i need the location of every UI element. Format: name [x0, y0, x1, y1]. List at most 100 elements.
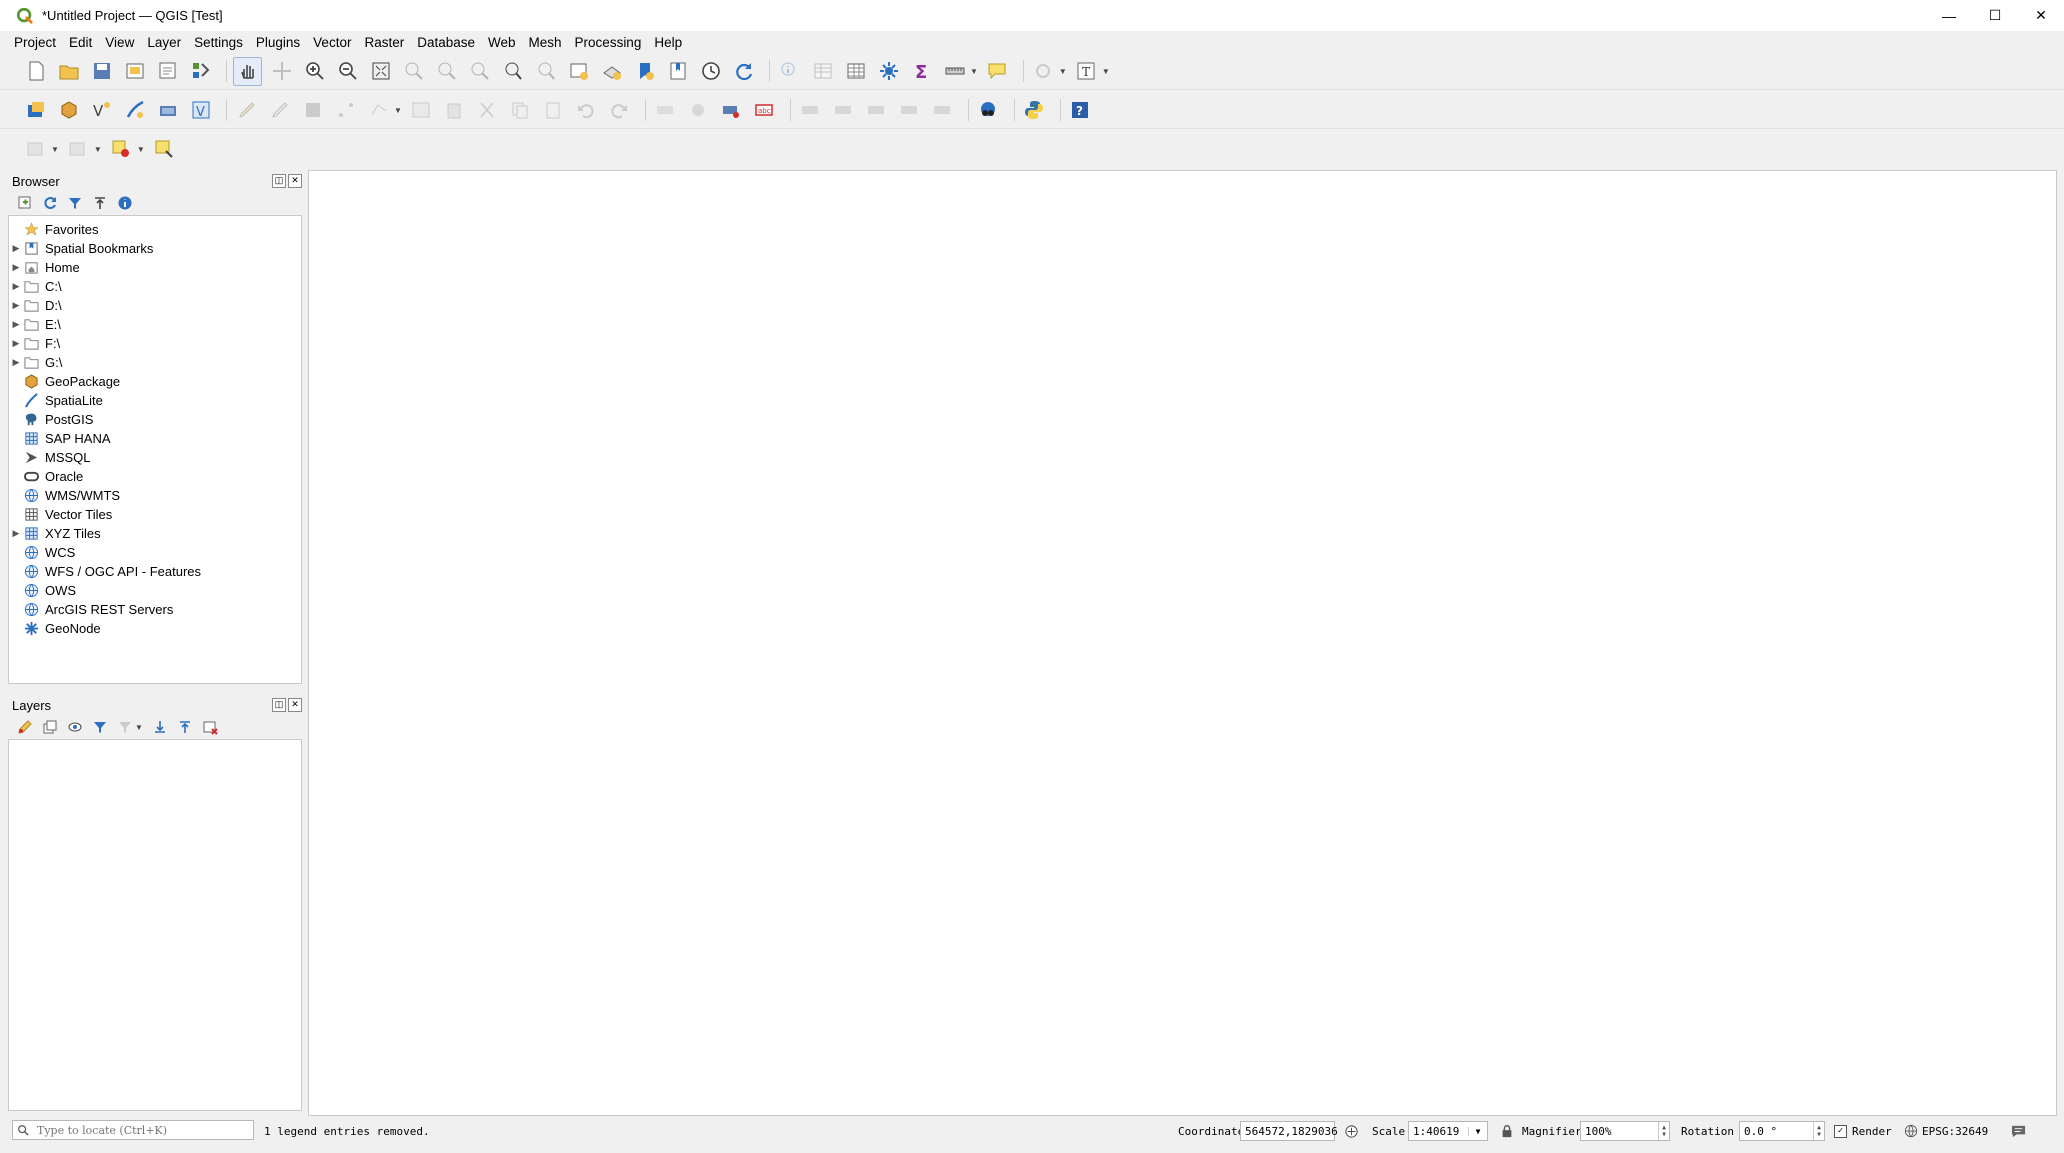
new-shapefile-layer-icon[interactable]: V	[88, 97, 115, 124]
menu-layer[interactable]: Layer	[147, 35, 181, 50]
zoom-full-icon[interactable]	[367, 58, 394, 85]
menu-database[interactable]: Database	[417, 35, 475, 50]
browser-item-geopackage[interactable]: GeoPackage	[9, 372, 301, 391]
close-panel-button[interactable]: ✕	[288, 174, 302, 188]
collapse-all-layers-icon[interactable]	[174, 716, 196, 738]
digitize-icon[interactable]	[332, 97, 359, 124]
crs-button[interactable]: EPSG:32649	[1904, 1118, 1988, 1144]
browser-item-wfs[interactable]: WFS / OGC API - Features	[9, 562, 301, 581]
zoom-to-selection-icon[interactable]	[400, 58, 427, 85]
style-manager-icon[interactable]	[187, 58, 214, 85]
save-project-icon[interactable]	[88, 58, 115, 85]
browser-item-wms-wmts[interactable]: WMS/WMTS	[9, 486, 301, 505]
browser-item-arcgis-rest[interactable]: ArcGIS REST Servers	[9, 600, 301, 619]
expand-arrow-icon[interactable]: ▶	[9, 262, 23, 273]
menu-help[interactable]: Help	[654, 35, 682, 50]
panel-splitter[interactable]	[303, 171, 307, 1115]
redo-icon[interactable]	[606, 97, 633, 124]
messages-icon[interactable]	[2010, 1118, 2027, 1144]
highlight-labels-icon[interactable]: abc	[751, 97, 778, 124]
browser-item-xyz-tiles[interactable]: ▶ XYZ Tiles	[9, 524, 301, 543]
menu-web[interactable]: Web	[488, 35, 516, 50]
copy-features-icon[interactable]	[507, 97, 534, 124]
chevron-down-icon[interactable]: ▼	[1468, 1126, 1487, 1136]
map-canvas[interactable]	[308, 170, 2057, 1116]
new-3d-map-view-icon[interactable]	[598, 58, 625, 85]
menu-raster[interactable]: Raster	[364, 35, 404, 50]
coordinate-field[interactable]: 564572,1829036	[1240, 1121, 1338, 1141]
zoom-native-icon[interactable]	[466, 58, 493, 85]
layers-tree[interactable]	[8, 739, 302, 1111]
menu-plugins[interactable]: Plugins	[256, 35, 300, 50]
help-contents-icon[interactable]: ?	[1067, 97, 1094, 124]
pan-to-selection-icon[interactable]	[268, 58, 295, 85]
add-group-icon[interactable]	[39, 716, 61, 738]
select-location-icon[interactable]	[151, 136, 178, 163]
browser-item-drive-c[interactable]: ▶ C:\	[9, 277, 301, 296]
identify-features-icon[interactable]	[776, 58, 803, 85]
current-edits-icon[interactable]	[233, 97, 260, 124]
expand-arrow-icon[interactable]: ▶	[9, 300, 23, 311]
toggle-editing-icon[interactable]	[266, 97, 293, 124]
show-hide-label-icon[interactable]	[896, 97, 923, 124]
manage-map-themes-icon[interactable]	[64, 716, 86, 738]
label-toolbar-icon[interactable]	[652, 97, 679, 124]
browser-item-drive-f[interactable]: ▶ F:\	[9, 334, 301, 353]
zoom-to-layer-icon[interactable]	[433, 58, 460, 85]
open-layer-styling-icon[interactable]	[14, 716, 36, 738]
field-calculator-icon[interactable]	[842, 58, 869, 85]
expand-arrow-icon[interactable]: ▶	[9, 338, 23, 349]
new-spatialite-layer-icon[interactable]	[121, 97, 148, 124]
pin-labels-icon[interactable]	[718, 97, 745, 124]
locator-input[interactable]	[35, 1122, 239, 1138]
undock-panel-button[interactable]: ◫	[272, 174, 286, 188]
browser-item-vector-tiles[interactable]: Vector Tiles	[9, 505, 301, 524]
rotate-label-icon[interactable]	[830, 97, 857, 124]
new-bookmark-icon[interactable]	[631, 58, 658, 85]
menu-view[interactable]: View	[105, 35, 134, 50]
menu-project[interactable]: Project	[14, 35, 56, 50]
lock-scale-icon[interactable]	[1500, 1118, 1514, 1144]
new-geopackage-layer-icon[interactable]	[55, 97, 82, 124]
browser-item-ows[interactable]: OWS	[9, 581, 301, 600]
vertex-tool-icon[interactable]	[365, 97, 392, 124]
spin-arrows-icon[interactable]: ▲ ▼	[1658, 1122, 1669, 1140]
deselect-features-icon[interactable]	[108, 136, 135, 163]
expand-arrow-icon[interactable]: ▶	[9, 528, 23, 539]
measure-line-icon[interactable]	[941, 58, 968, 85]
browser-item-home[interactable]: ▶ Home	[9, 258, 301, 277]
layout-manager-icon[interactable]	[154, 58, 181, 85]
add-selected-layers-icon[interactable]	[14, 192, 36, 214]
processing-toolbox-icon[interactable]	[875, 58, 902, 85]
close-panel-button[interactable]: ✕	[288, 698, 302, 712]
collapse-all-icon[interactable]	[89, 192, 111, 214]
menu-settings[interactable]: Settings	[194, 35, 243, 50]
refresh-browser-icon[interactable]	[39, 192, 61, 214]
locator-search[interactable]	[12, 1120, 254, 1140]
zoom-last-icon[interactable]	[499, 58, 526, 85]
render-checkbox[interactable]: ✓	[1834, 1124, 1847, 1138]
change-label-icon[interactable]	[863, 97, 890, 124]
new-print-layout-icon[interactable]	[121, 58, 148, 85]
menu-vector[interactable]: Vector	[313, 35, 351, 50]
cut-features-icon[interactable]	[474, 97, 501, 124]
refresh-icon[interactable]	[730, 58, 757, 85]
statistical-summary-icon[interactable]: Σ	[908, 58, 935, 85]
spin-arrows-icon[interactable]: ▲ ▼	[1813, 1122, 1824, 1140]
rotation-spinbox[interactable]: 0.0 ° ▲ ▼	[1739, 1121, 1825, 1141]
zoom-next-icon[interactable]	[532, 58, 559, 85]
minimize-button[interactable]: —	[1926, 0, 1972, 31]
browser-item-drive-e[interactable]: ▶ E:\	[9, 315, 301, 334]
expand-arrow-icon[interactable]: ▶	[9, 357, 23, 368]
select-features-icon[interactable]	[1030, 58, 1057, 85]
browser-item-drive-g[interactable]: ▶ G:\	[9, 353, 301, 372]
browser-item-wcs[interactable]: WCS	[9, 543, 301, 562]
menu-edit[interactable]: Edit	[69, 35, 92, 50]
filter-by-expression-icon[interactable]	[114, 716, 136, 738]
expand-arrow-icon[interactable]: ▶	[9, 243, 23, 254]
pan-map-icon[interactable]	[233, 56, 262, 86]
menu-processing[interactable]: Processing	[575, 35, 642, 50]
delete-selected-icon[interactable]	[441, 97, 468, 124]
browser-item-oracle[interactable]: Oracle	[9, 467, 301, 486]
temporal-controller-icon[interactable]	[697, 58, 724, 85]
